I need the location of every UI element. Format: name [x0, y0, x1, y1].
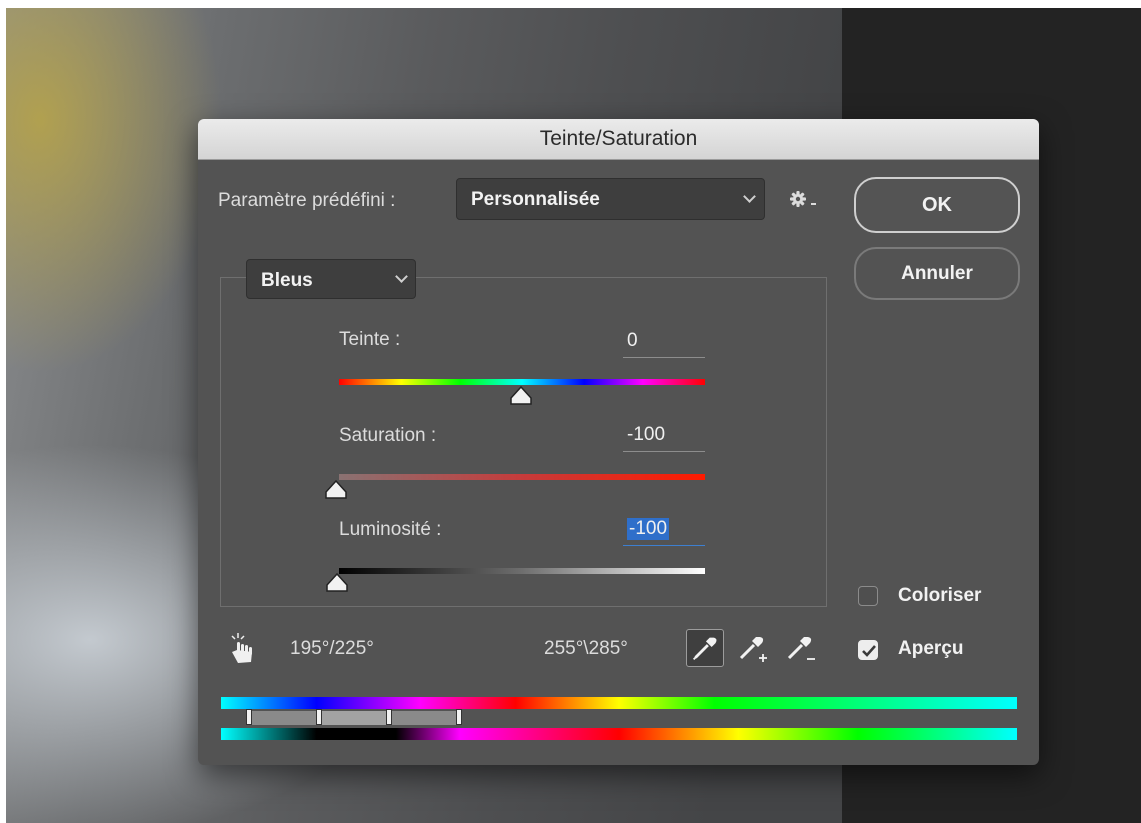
preset-dropdown[interactable]: Personnalisée: [456, 178, 765, 220]
range-left-readout: 195°/225°: [290, 638, 374, 659]
colorize-label: Coloriser: [898, 585, 982, 606]
lightness-value: -100: [627, 518, 670, 540]
saturation-value: -100: [627, 424, 666, 445]
saturation-slider-track[interactable]: [339, 474, 705, 480]
input-hue-bar: [221, 697, 1017, 709]
chevron-down-icon: [395, 270, 408, 283]
frame-edge-left: [0, 0, 6, 823]
range-right-readout: 255°\285°: [544, 638, 628, 659]
output-hue-bar: [221, 728, 1017, 740]
eyedropper-icon[interactable]: [686, 629, 724, 667]
gear-icon[interactable]: [788, 189, 818, 211]
range-falloff-right-handle[interactable]: [456, 709, 462, 725]
colorize-checkbox[interactable]: [858, 586, 878, 606]
channel-value: Bleus: [261, 270, 313, 291]
ok-button[interactable]: OK: [854, 177, 1020, 233]
lightness-slider-thumb[interactable]: [326, 573, 348, 593]
eyedropper-minus-icon[interactable]: [782, 629, 820, 667]
hue-slider-thumb[interactable]: [510, 386, 532, 406]
saturation-label: Saturation :: [339, 425, 437, 446]
range-end-handle[interactable]: [386, 709, 392, 725]
eyedropper-plus-icon[interactable]: [734, 629, 772, 667]
lightness-label: Luminosité :: [339, 519, 442, 540]
saturation-input[interactable]: -100: [623, 422, 705, 452]
hue-slider-track[interactable]: [339, 379, 705, 385]
frame-edge-top: [0, 0, 1141, 8]
hue-label: Teinte :: [339, 329, 401, 350]
hand-target-icon[interactable]: [226, 632, 258, 666]
hue-range-core[interactable]: [320, 711, 390, 725]
dialog-title: Teinte/Saturation: [198, 119, 1039, 160]
lightness-input[interactable]: -100: [623, 516, 705, 546]
checkmark-icon: [862, 645, 876, 657]
adjustment-group: [220, 277, 827, 607]
hue-value: 0: [627, 330, 638, 351]
preview-label: Aperçu: [898, 638, 964, 659]
channel-dropdown[interactable]: Bleus: [246, 259, 416, 299]
chevron-down-icon: [743, 190, 756, 203]
preset-value: Personnalisée: [471, 189, 600, 210]
cancel-button[interactable]: Annuler: [854, 247, 1020, 300]
range-falloff-left-handle[interactable]: [246, 709, 252, 725]
lightness-slider-track[interactable]: [339, 568, 705, 574]
hue-saturation-dialog: Teinte/Saturation Paramètre prédéfini : …: [198, 119, 1039, 765]
hue-input[interactable]: 0: [623, 328, 705, 358]
preset-label: Paramètre prédéfini :: [218, 190, 396, 211]
range-start-handle[interactable]: [316, 709, 322, 725]
preview-checkbox[interactable]: [858, 640, 878, 660]
saturation-slider-thumb[interactable]: [325, 480, 347, 500]
